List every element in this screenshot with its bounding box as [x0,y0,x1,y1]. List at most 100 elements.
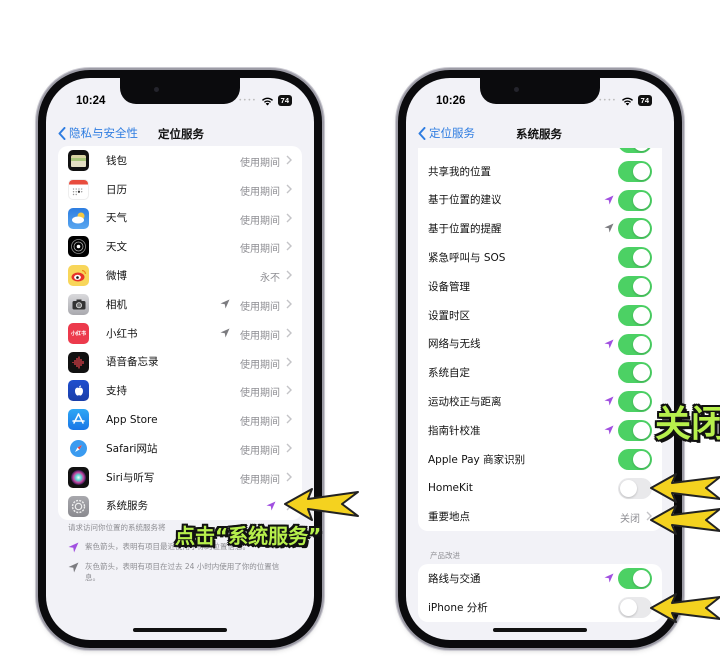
toggle-knob [620,479,637,497]
camera-icon [68,293,89,315]
toggle-knob [633,277,650,295]
left-phone: 10:24 •••• 74 隐私与安全性 定位服务 钱包 使用期间 日历 使用期… [38,70,322,648]
notch [120,78,240,104]
service-name: 共享我的位置 [428,165,491,178]
callout-arrow-significant-locations [650,505,720,535]
list-item-weibo[interactable]: 微博 永不 [58,261,302,290]
list-item-safari[interactable]: Safari网站 使用期间 [58,434,302,463]
back-button[interactable]: 隐私与安全性 [58,125,138,141]
chevron-right-icon [286,299,292,309]
toggle-knob [633,191,650,209]
list-item-emergency-sos: 紧急呼叫与 SOS [418,243,662,272]
list-item-app-store[interactable]: App Store 使用期间 [58,405,302,434]
service-name: HomeKit [428,481,473,494]
chevron-right-icon [286,414,292,424]
home-indicator[interactable] [133,628,227,632]
toggle-switch[interactable] [618,304,652,326]
right-phone: 10:26 •••• 74 定位服务 系统服务 蜂窝网络搜索 共享我的位置 [398,70,682,648]
list-item-system-services[interactable]: 系统服务 [58,492,302,521]
right-screen: 10:26 •••• 74 定位服务 系统服务 蜂窝网络搜索 共享我的位置 [406,78,674,640]
front-camera [514,87,519,92]
list-item-astronomy[interactable]: 天文 使用期间 [58,232,302,261]
toggle-switch[interactable] [618,218,652,240]
list-item-homekit: HomeKit [418,474,662,503]
toggle-switch[interactable] [618,448,652,470]
list-item-camera[interactable]: 相机 使用期间 [58,290,302,319]
app-name: App Store [106,413,158,426]
home-indicator[interactable] [493,628,587,632]
location-arrow-gray-icon [220,299,230,309]
toggle-switch[interactable] [618,189,652,211]
toggle-knob [633,421,650,439]
toggle-switch[interactable] [618,477,652,499]
permission-value: 使用期间 [240,359,280,371]
permission-value: 使用期间 [240,301,280,313]
section-header-product-improvement: 产品改进 [430,551,460,560]
permission-value: 使用期间 [240,186,280,198]
weibo-icon [68,265,89,287]
permission-value: 使用期间 [240,215,280,227]
product-improvement-list: 路线与交通 iPhone 分析 [418,564,662,622]
back-button[interactable]: 定位服务 [418,125,475,141]
toggle-switch[interactable] [618,247,652,269]
toggle-switch[interactable] [618,419,652,441]
chevron-right-icon [286,213,292,223]
toggle-switch[interactable] [618,391,652,413]
chevron-left-icon [58,126,66,140]
list-item-compass-calibration: 指南针校准 [418,416,662,445]
service-name: 网络与无线 [428,338,481,351]
battery-indicator: 74 [277,95,292,106]
chevron-right-icon [286,184,292,194]
service-name: 基于位置的提醒 [428,223,502,236]
signal-icon: •••• [598,97,617,104]
app-name: Safari网站 [106,442,158,455]
xiaohongshu-icon: 小红书 [68,322,89,344]
service-name: 设备管理 [428,280,470,293]
service-name: 紧急呼叫与 SOS [428,252,506,265]
wifi-icon [261,97,273,105]
list-item-wallet[interactable]: 钱包 使用期间 [58,146,302,175]
list-item-system-customization: 系统自定 [418,358,662,387]
astronomy-icon [68,236,89,258]
safari-icon [68,437,89,459]
page-title: 系统服务 [516,127,562,141]
xiaohongshu-badge-text: 小红书 [70,330,86,337]
list-item-significant-locations[interactable]: 重要地点 关闭 [418,502,662,531]
toggle-switch[interactable] [618,362,652,384]
app-name: 系统服务 [106,500,148,513]
toggle-switch[interactable] [618,160,652,182]
list-item-xiaohongshu[interactable]: 小红书 小红书 使用期间 [58,319,302,348]
battery-indicator: 74 [637,95,652,106]
toggle-switch[interactable] [618,596,652,618]
list-item-motion-calibration: 运动校正与距离 [418,387,662,416]
chevron-right-icon [286,241,292,251]
list-item-share-my-location: 共享我的位置 [418,157,662,186]
front-camera [154,87,159,92]
list-item-weather[interactable]: 天气 使用期间 [58,204,302,233]
app-name: 小红书 [106,327,138,340]
chevron-right-icon [286,270,292,280]
service-name: 设置时区 [428,309,470,322]
list-item-siri[interactable]: Siri与听写 使用期间 [58,463,302,492]
list-item-apple-support[interactable]: 支持 使用期间 [58,376,302,405]
list-item-location-alerts: 基于位置的提醒 [418,214,662,243]
footnote-gray: 灰色箭头，表明有项目在过去 24 小时内使用了你的位置信息。 [68,561,294,583]
chevron-left-icon [418,126,426,140]
toggle-switch[interactable] [618,275,652,297]
voice-memos-icon [68,351,89,373]
back-label: 隐私与安全性 [69,126,138,140]
status-time: 10:24 [76,95,106,107]
toggle-switch[interactable] [618,568,652,589]
chevron-right-icon [286,385,292,395]
app-name: 语音备忘录 [106,356,159,369]
app-name: 日历 [106,183,127,196]
list-item-calendar[interactable]: 日历 使用期间 [58,175,302,204]
toggle-knob [633,249,650,267]
service-name: 运动校正与距离 [428,396,502,409]
location-arrow-gray-icon [604,223,614,233]
toggle-switch[interactable] [618,333,652,355]
location-arrow-purple-icon [604,195,614,205]
list-item-voice-memos[interactable]: 语音备忘录 使用期间 [58,348,302,377]
app-name: 微博 [106,270,127,283]
location-arrow-purple-icon [266,501,276,511]
